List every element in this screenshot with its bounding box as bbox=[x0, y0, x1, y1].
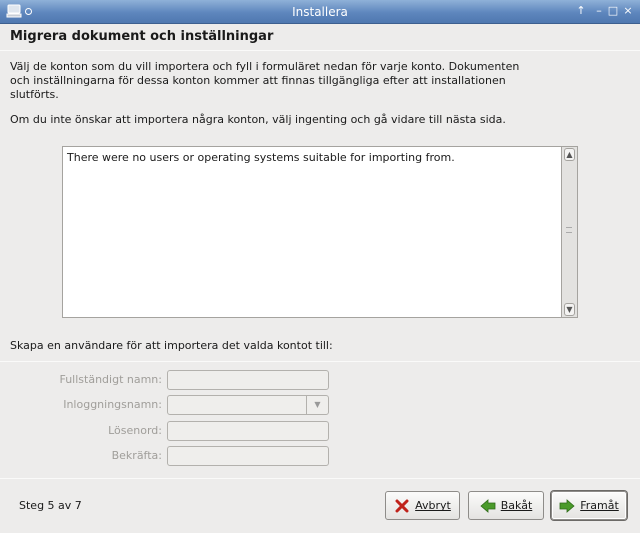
scroll-down-icon[interactable]: ▼ bbox=[564, 303, 575, 316]
skip-hint-text: Om du inte önskar att importera några ko… bbox=[10, 113, 506, 126]
fullname-field[interactable] bbox=[167, 370, 329, 390]
password-field[interactable] bbox=[167, 421, 329, 441]
account-list-message: There were no users or operating systems… bbox=[67, 151, 455, 164]
cancel-button-label: Avbryt bbox=[415, 499, 451, 512]
back-button-label: Bakåt bbox=[500, 499, 533, 512]
step-indicator: Steg 5 av 7 bbox=[19, 499, 82, 512]
back-button[interactable]: Bakåt bbox=[468, 491, 544, 520]
footer-separator bbox=[0, 478, 640, 479]
combo-arrow-icon[interactable]: ▼ bbox=[306, 396, 328, 414]
intro-text: Välj de konton som du vill importera och… bbox=[10, 60, 520, 101]
account-list-scrollbar[interactable]: ▲ ▼ bbox=[562, 146, 578, 318]
forward-arrow-icon bbox=[559, 498, 575, 514]
username-combo[interactable]: ▼ bbox=[167, 395, 329, 415]
scroll-up-icon[interactable]: ▲ bbox=[564, 148, 575, 161]
confirm-label: Bekräfta: bbox=[111, 449, 162, 462]
account-list[interactable]: There were no users or operating systems… bbox=[62, 146, 562, 318]
forward-button-label: Framåt bbox=[580, 499, 619, 512]
scroll-grip[interactable] bbox=[566, 227, 572, 233]
password-label: Lösenord: bbox=[108, 424, 162, 437]
forward-button[interactable]: Framåt bbox=[551, 491, 627, 520]
cancel-x-icon bbox=[394, 498, 410, 514]
confirm-field[interactable] bbox=[167, 446, 329, 466]
window-title: Installera bbox=[292, 5, 348, 19]
create-user-label: Skapa en användare för att importera det… bbox=[10, 339, 333, 352]
window-titlebar[interactable]: Installera ↑ – □ × bbox=[0, 0, 640, 24]
form-separator bbox=[0, 361, 640, 362]
maximize-icon[interactable]: □ bbox=[606, 3, 620, 19]
fullname-label: Fullständigt namn: bbox=[59, 373, 162, 386]
header-separator bbox=[0, 50, 640, 51]
close-icon[interactable]: × bbox=[621, 3, 635, 19]
page-title: Migrera dokument och inställningar bbox=[10, 29, 274, 44]
minimize-icon[interactable]: – bbox=[592, 3, 606, 19]
back-arrow-icon bbox=[480, 498, 496, 514]
username-label: Inloggningsnamn: bbox=[63, 398, 162, 411]
cancel-button[interactable]: Avbryt bbox=[385, 491, 460, 520]
keep-above-icon[interactable]: ↑ bbox=[574, 3, 588, 19]
